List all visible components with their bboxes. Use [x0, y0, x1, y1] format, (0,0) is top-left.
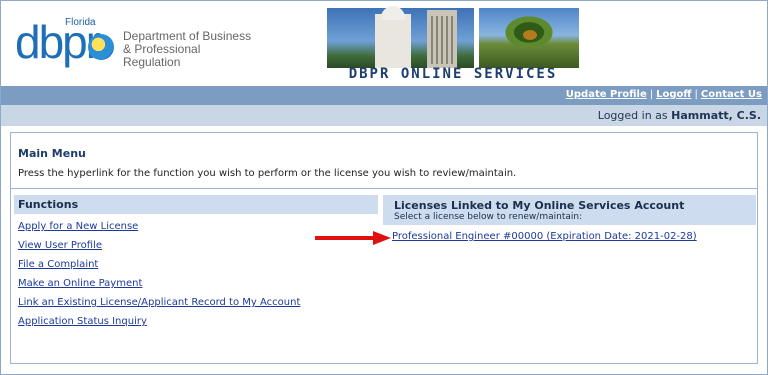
header-banner-images [327, 6, 579, 68]
view-user-profile-link[interactable]: View User Profile [18, 240, 102, 251]
login-status-bar: Logged in as Hammatt, C.S. [1, 105, 767, 126]
list-item: File a Complaint [18, 259, 300, 278]
list-item: Make an Online Payment [18, 278, 300, 297]
nav-separator: | [694, 89, 698, 100]
application-status-link[interactable]: Application Status Inquiry [18, 316, 147, 327]
logoff-link[interactable]: Logoff [656, 89, 691, 100]
contact-us-link[interactable]: Contact Us [701, 89, 762, 100]
palm-tree-photo [479, 8, 579, 68]
florida-seal-icon [88, 34, 114, 60]
main-menu-panel: Main Menu Press the hyperlink for the fu… [10, 132, 758, 364]
page-description: Press the hyperlink for the function you… [18, 168, 517, 179]
functions-header: Functions [14, 195, 378, 214]
red-arrow-icon [315, 231, 391, 245]
logged-in-user: Hammatt, C.S. [671, 109, 761, 122]
nav-links: Update Profile | Logoff | Contact Us [566, 89, 762, 100]
list-item: Link an Existing License/Applicant Recor… [18, 297, 300, 316]
page-title: Main Menu [18, 147, 86, 160]
dbpr-logo[interactable]: dbpr Florida Department of Business & Pr… [15, 15, 260, 73]
list-item: View User Profile [18, 240, 300, 259]
functions-list: Apply for a New License View User Profil… [18, 221, 300, 335]
site-header: dbpr Florida Department of Business & Pr… [1, 1, 767, 85]
login-status: Logged in as Hammatt, C.S. [598, 109, 761, 122]
capitol-dome [375, 6, 411, 68]
top-nav-bar: Update Profile | Logoff | Contact Us [1, 86, 767, 105]
logo-florida: Florida [65, 17, 96, 28]
functions-title: Functions [18, 198, 79, 211]
palm-fronds [499, 12, 559, 46]
licenses-title: Licenses Linked to My Online Services Ac… [394, 199, 685, 212]
login-prefix: Logged in as [597, 109, 668, 122]
licenses-subtitle: Select a license below to renew/maintain… [394, 212, 583, 222]
online-payment-link[interactable]: Make an Online Payment [18, 278, 142, 289]
licenses-header: Licenses Linked to My Online Services Ac… [383, 195, 756, 225]
nav-separator: | [649, 89, 654, 100]
update-profile-link[interactable]: Update Profile [566, 89, 647, 100]
banner-title: DBPR ONLINE SERVICES [348, 66, 558, 82]
capitol-photo [327, 6, 474, 68]
file-complaint-link[interactable]: File a Complaint [18, 259, 98, 270]
dept-line-2: & Professional Regulation [123, 42, 201, 69]
divider [11, 188, 757, 189]
coconuts [523, 30, 537, 40]
list-item: Apply for a New License [18, 221, 300, 240]
list-item: Application Status Inquiry [18, 316, 300, 335]
capitol-tower [427, 10, 457, 68]
link-existing-license-link[interactable]: Link an Existing License/Applicant Recor… [18, 297, 300, 308]
apply-new-license-link[interactable]: Apply for a New License [18, 221, 138, 232]
license-link[interactable]: Professional Engineer #00000 (Expiration… [392, 231, 697, 242]
logo-department-name: Department of Business & Professional Re… [123, 30, 260, 69]
